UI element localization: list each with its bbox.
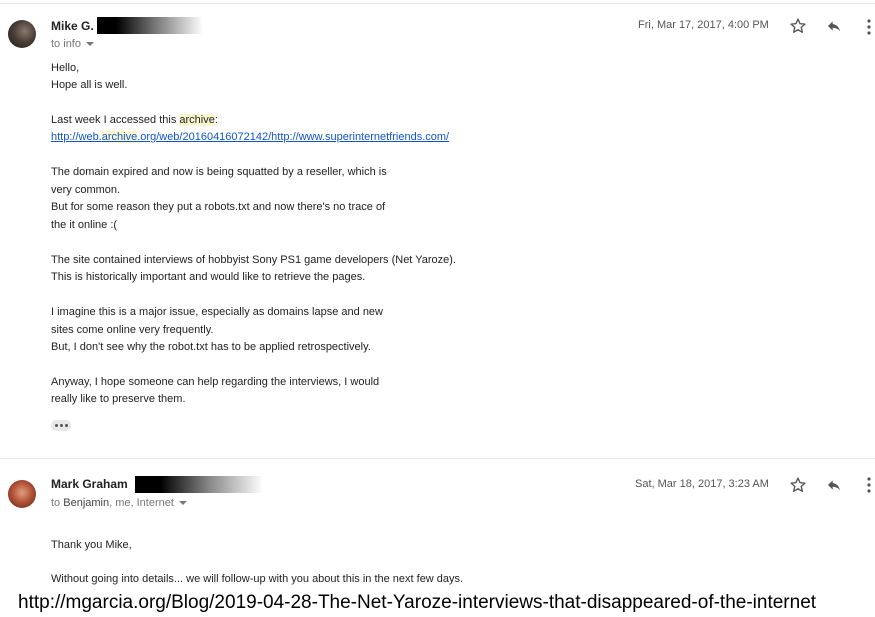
more-vert-icon[interactable] (865, 476, 873, 494)
recipients-list: info (63, 38, 81, 50)
search-highlight[interactable]: archive (101, 131, 138, 143)
message-date: Sat, Mar 18, 2017, 3:23 AM (635, 478, 769, 490)
show-trimmed-content-button[interactable] (51, 420, 71, 431)
body-line: Without going into details... we will fo… (51, 573, 464, 585)
recipients-line[interactable]: to Benjamin, me, Internet (51, 497, 187, 509)
recipients-prefix: to (51, 497, 61, 509)
sender-name[interactable]: Mark Graham (51, 477, 128, 491)
body-line: Last week I accessed this archive: (51, 114, 218, 126)
reply-icon[interactable] (825, 477, 843, 493)
body-text: Last week I accessed this (51, 114, 180, 126)
reply-icon[interactable] (825, 18, 843, 34)
message-divider (0, 458, 875, 459)
body-line: But, I don't see why the robot.txt has t… (51, 341, 371, 353)
link-text[interactable]: .org/web/20160416072142/http://www.super… (137, 131, 449, 143)
dot-icon (65, 424, 68, 427)
body-line: the it online :( (51, 219, 118, 231)
body-line: The domain expired and now is being squa… (51, 166, 387, 178)
body-line: Hello, (51, 62, 80, 74)
chevron-down-icon[interactable] (86, 42, 94, 47)
sender-name[interactable]: Mike G. (51, 19, 94, 33)
search-highlight: archive (179, 114, 215, 126)
recipients-prefix: to (51, 38, 61, 50)
chevron-down-icon[interactable] (178, 501, 187, 506)
body-line: Anyway, I hope someone can help regardin… (51, 376, 380, 388)
recipients-list: , me, Internet (109, 497, 174, 509)
body-line: Thank you Mike, (51, 539, 132, 551)
body-line: But for some reason they put a robots.tx… (51, 201, 386, 213)
dot-icon (55, 424, 58, 427)
recipients-line[interactable]: to info (51, 38, 94, 50)
body-line: very common. (51, 184, 121, 196)
dot-icon (60, 424, 63, 427)
body-line: This is historically important and would… (51, 271, 366, 283)
redacted-email (135, 476, 263, 493)
body-text: : (214, 114, 218, 126)
avatar[interactable] (8, 20, 36, 48)
star-icon[interactable] (789, 476, 807, 494)
archive-link[interactable]: http://web.archive.org/web/2016041607214… (51, 131, 449, 143)
body-line: The site contained interviews of hobbyis… (51, 254, 456, 266)
body-line: Hope all is well. (51, 79, 128, 91)
redacted-email (97, 17, 203, 34)
avatar[interactable] (8, 480, 36, 508)
body-line: really like to preserve them. (51, 393, 186, 405)
link-text[interactable]: http://web. (51, 131, 102, 143)
body-line: I imagine this is a major issue, especia… (51, 306, 383, 318)
top-divider (0, 3, 875, 4)
source-url-caption: http://mgarcia.org/Blog/2019-04-28-The-N… (18, 592, 817, 613)
message-date: Fri, Mar 17, 2017, 4:00 PM (638, 19, 769, 31)
star-icon[interactable] (789, 17, 807, 35)
recipient-name: Benjamin (63, 497, 110, 509)
more-vert-icon[interactable] (865, 18, 873, 36)
body-line: sites come online very frequently. (51, 324, 214, 336)
